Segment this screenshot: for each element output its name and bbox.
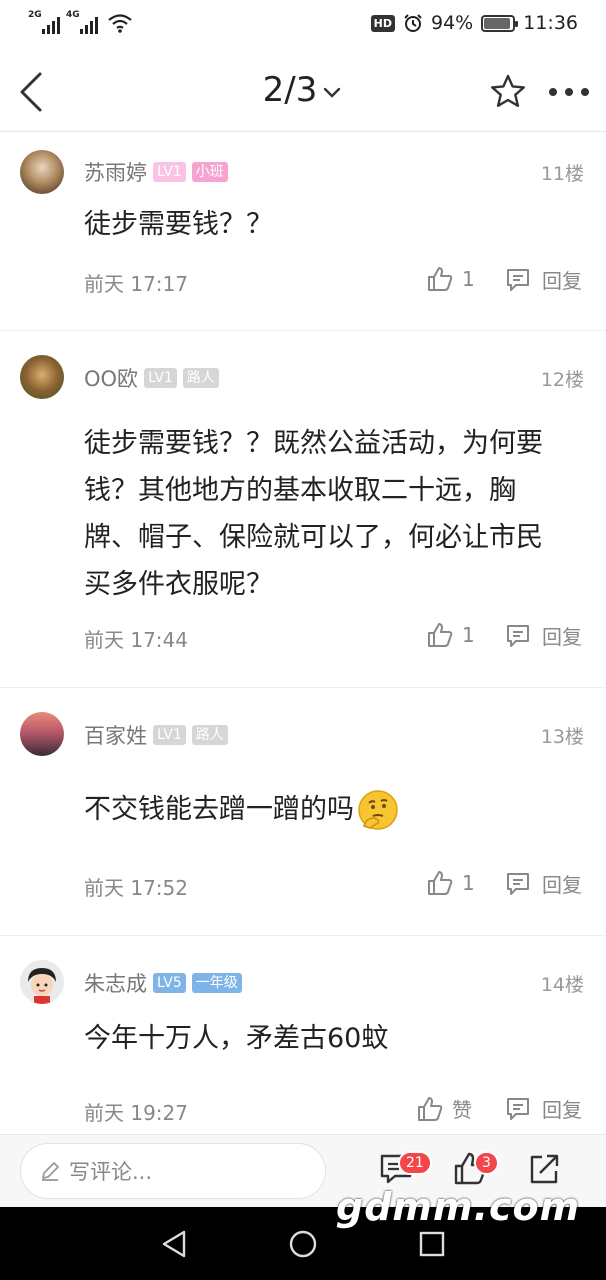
- author-name: OO欧: [84, 367, 139, 391]
- rank-badge: 一年级: [191, 973, 242, 993]
- alarm-icon: [404, 14, 422, 32]
- cartoon-avatar-icon: [20, 960, 64, 1004]
- wifi-icon: [108, 14, 132, 33]
- comment-author[interactable]: 百家姓 LV1 路人: [84, 720, 228, 750]
- battery-percent: 94%: [431, 12, 474, 34]
- rank-badge: 路人: [182, 368, 219, 388]
- comment-text: 徒步需要钱？？: [84, 209, 273, 240]
- reply-button[interactable]: 回复: [504, 621, 582, 650]
- comment-author[interactable]: OO欧 LV1 路人: [84, 363, 219, 393]
- comment-input[interactable]: 写评论...: [20, 1143, 326, 1199]
- thumbs-up-icon: [428, 623, 453, 647]
- reply-icon: [507, 1097, 529, 1120]
- comment-item: OO欧 LV1 路人 12楼 徒步需要钱？？既然公益活动，为何要钱？其他地方的基…: [0, 331, 606, 688]
- reply-icon: [507, 624, 529, 647]
- like-count: 1: [462, 267, 475, 291]
- comment-body: 不交钱能去蹭一蹭的吗: [84, 786, 566, 833]
- comment-item: 百家姓 LV1 路人 13楼 不交钱能去蹭一蹭的吗 前天 17:52 1 回复: [0, 688, 606, 936]
- star-icon[interactable]: [488, 72, 528, 112]
- comment-count-badge: 21: [398, 1151, 432, 1175]
- floor-number: 14楼: [540, 974, 584, 996]
- like-button[interactable]: 1: [426, 265, 475, 293]
- hd-icon: HD: [370, 14, 395, 32]
- reply-label: 回复: [542, 625, 582, 649]
- reply-button[interactable]: 回复: [504, 1094, 582, 1123]
- author-name: 百家姓: [84, 724, 147, 748]
- watermark: gdmm.com: [336, 1185, 581, 1229]
- thumbs-up-icon: [418, 1096, 443, 1121]
- like-label: 赞: [452, 1098, 472, 1122]
- clock: 11:36: [523, 12, 578, 34]
- comment-item: 苏雨婷 LV1 小班 11楼 徒步需要钱？？ 前天 17:17 1 回复: [0, 133, 606, 331]
- author-name: 朱志成: [84, 972, 147, 996]
- battery-fill: [484, 17, 511, 29]
- reply-button[interactable]: 回复: [504, 869, 582, 898]
- comment-item: 朱志成 LV5 一年级 14楼 今年十万人，矛差古60蚊 前天 19:27 赞 …: [0, 936, 606, 1133]
- thumbs-up-icon: [428, 871, 453, 895]
- reply-icon: [507, 268, 529, 291]
- comment-time: 前天 17:52: [84, 876, 188, 900]
- sim1-label: 2G: [28, 10, 42, 20]
- like-button[interactable]: 赞: [416, 1094, 472, 1123]
- more-icon[interactable]: [548, 82, 590, 102]
- avatar[interactable]: [20, 712, 64, 756]
- comment-author[interactable]: 苏雨婷 LV1 小班: [84, 157, 228, 187]
- floor-number: 13楼: [540, 726, 584, 748]
- avatar[interactable]: [20, 960, 64, 1004]
- reply-label: 回复: [542, 269, 582, 293]
- reply-label: 回复: [542, 873, 582, 897]
- level-badge: LV5: [153, 973, 186, 993]
- sim2-label: 4G: [66, 10, 80, 20]
- system-nav-bar: gdmm.com: [0, 1185, 606, 1280]
- rank-badge: 小班: [191, 162, 228, 182]
- chevron-down-icon: [324, 87, 341, 98]
- like-count: 1: [462, 623, 475, 647]
- sim2-signal-icon: 4G: [66, 10, 98, 34]
- status-right: HD 94% 11:36: [370, 12, 578, 34]
- reply-button[interactable]: 回复: [504, 265, 582, 294]
- level-badge: LV1: [144, 368, 177, 388]
- level-badge: LV1: [153, 725, 186, 745]
- thumbs-up-icon: [428, 267, 453, 291]
- like-count-badge: 3: [474, 1151, 499, 1175]
- thinking-emoji-icon: [358, 789, 398, 830]
- comment-time: 前天 17:17: [84, 272, 188, 296]
- avatar[interactable]: [20, 355, 64, 399]
- avatar[interactable]: [20, 150, 64, 194]
- reply-icon: [507, 872, 529, 895]
- floor-number: 11楼: [540, 163, 584, 185]
- signal-group: 2G 4G: [28, 10, 132, 34]
- comment-text: 徒步需要钱？？既然公益活动，为何要钱？其他地方的基本收取二十远，胸牌、帽子、保险…: [84, 428, 543, 600]
- nav-bar: 2/3: [0, 52, 606, 132]
- comment-text: 不交钱能去蹭一蹭的吗: [84, 794, 354, 825]
- comment-time: 前天 17:44: [84, 628, 188, 652]
- recents-square-icon[interactable]: [418, 1230, 446, 1258]
- status-bar: 2G 4G HD 94% 11:36: [0, 0, 606, 52]
- like-button[interactable]: 1: [426, 869, 475, 897]
- author-name: 苏雨婷: [84, 161, 147, 185]
- like-count: 1: [462, 871, 475, 895]
- comment-author[interactable]: 朱志成 LV5 一年级: [84, 968, 242, 998]
- comment-text: 今年十万人，矛差古60蚊: [84, 1023, 389, 1054]
- floor-number: 12楼: [540, 369, 584, 391]
- back-triangle-icon[interactable]: [160, 1229, 188, 1259]
- comment-list[interactable]: 苏雨婷 LV1 小班 11楼 徒步需要钱？？ 前天 17:17 1 回复 OO欧…: [0, 133, 606, 1133]
- reply-label: 回复: [542, 1098, 582, 1122]
- comment-placeholder: 写评论...: [69, 1160, 153, 1184]
- rank-badge: 路人: [191, 725, 228, 745]
- sim1-signal-icon: 2G: [28, 10, 60, 34]
- pencil-icon: [42, 1162, 59, 1181]
- comment-time: 前天 19:27: [84, 1101, 188, 1125]
- home-circle-icon[interactable]: [288, 1229, 318, 1259]
- page-indicator: 2/3: [262, 70, 318, 110]
- battery-icon: [481, 14, 519, 32]
- share-icon[interactable]: [526, 1151, 562, 1187]
- level-badge: LV1: [153, 162, 186, 182]
- like-button[interactable]: 1: [426, 621, 475, 649]
